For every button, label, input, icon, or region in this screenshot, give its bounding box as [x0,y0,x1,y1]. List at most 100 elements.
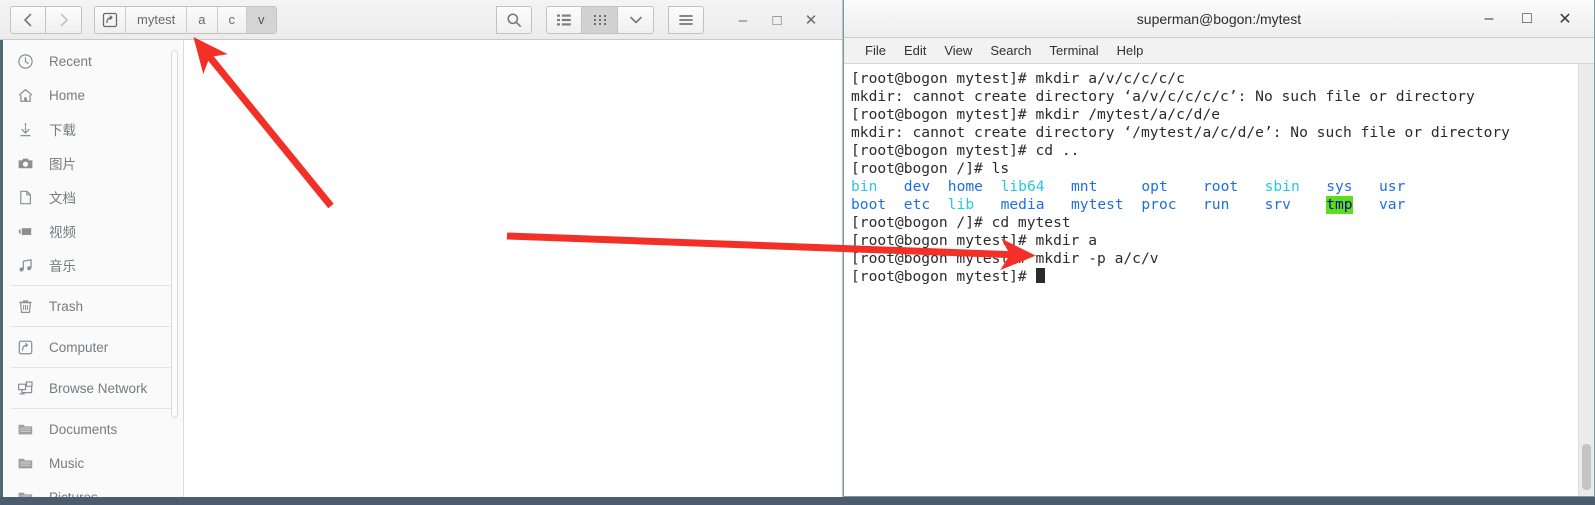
terminal-line: mkdir: cannot create directory ‘a/v/c/c/… [851,88,1475,105]
list-view-button[interactable] [546,6,582,34]
terminal-scrollbar-thumb[interactable] [1582,444,1591,490]
sidebar-item-label: Browse Network [49,380,148,396]
ls-entry-mytest: mytest [1071,196,1124,213]
menu-item-help[interactable]: Help [1108,43,1153,58]
sidebar-item-videos-cn[interactable]: 视频 [3,214,183,248]
minimize-button[interactable]: – [726,5,760,35]
terminal-line: [root@bogon mytest]# mkdir -p a/c/v [851,250,1159,267]
terminal-window-controls: – □ ✕ [1470,0,1584,38]
sidebar-item-pictures[interactable]: Pictures [3,480,183,497]
video-icon [17,222,39,240]
chevron-right-icon [60,13,68,26]
ls-entry-proc: proc [1141,196,1177,213]
terminal-titlebar[interactable]: superman@bogon:/mytest – □ ✕ [844,0,1594,38]
maximize-button[interactable]: □ [760,5,794,35]
sidebar-item-label: 视频 [49,225,76,240]
folder-icon [17,454,39,472]
terminal-title: superman@bogon:/mytest [1136,10,1302,27]
sidebar-item-recent[interactable]: Recent [3,44,183,78]
menu-item-file[interactable]: File [856,43,895,58]
menu-item-search[interactable]: Search [981,43,1040,58]
file-manager-toolbar: mytest a c v – □ ✕ [0,0,842,40]
breadcrumb: mytest a c v [94,5,277,34]
view-options-dropdown-button[interactable] [618,6,654,34]
breadcrumb-item-c[interactable]: c [217,6,248,33]
ls-entry-lib64: lib64 [1000,178,1045,195]
back-button[interactable] [10,5,46,34]
sidebar-item-label: Music [49,455,85,471]
chevron-left-icon [24,13,32,26]
grid-view-icon [593,15,606,25]
sidebar-item-label: Home [49,87,86,103]
sidebar-item-label: Recent [49,53,92,69]
navigation-buttons [10,5,82,34]
menu-item-edit[interactable]: Edit [895,43,935,58]
sidebar-item-label: 下载 [49,123,76,138]
trash-icon [17,297,39,315]
terminal-line: [root@bogon mytest]# mkdir a/v/c/c/c/c [851,70,1185,87]
terminal-close-button[interactable]: ✕ [1546,4,1584,34]
ls-entry-opt: opt [1141,178,1168,195]
sidebar-divider [11,367,173,368]
camera-icon [17,154,39,172]
sidebar-item-computer[interactable]: Computer [3,330,183,364]
terminal-line: [root@bogon mytest]# cd .. [851,142,1080,159]
terminal-maximize-button[interactable]: □ [1508,4,1546,34]
ls-entry-dev: dev [903,178,931,195]
sidebar-scrollbar-thumb[interactable] [171,50,178,418]
terminal-scrollbar[interactable] [1578,64,1594,496]
ls-entry-mnt: mnt [1071,178,1098,195]
screen: mytest a c v – □ ✕ Recent Home 下载 图片 文档 … [0,0,1595,505]
sidebar-item-label: 文档 [49,191,76,206]
sidebar-item-music-cn[interactable]: 音乐 [3,248,183,282]
menu-item-terminal[interactable]: Terminal [1041,43,1108,58]
sidebar-item-pictures-cn[interactable]: 图片 [3,146,183,180]
breadcrumb-item-v[interactable]: v [247,6,276,33]
breadcrumb-item-mytest[interactable]: mytest [126,6,188,33]
terminal-line: mkdir: cannot create directory ‘/mytest/… [851,124,1510,141]
terminal-output[interactable]: [root@bogon mytest]# mkdir a/v/c/c/c/c mk… [844,64,1578,496]
sidebar-item-home[interactable]: Home [3,78,183,112]
ls-entry-sys: sys [1326,178,1353,195]
sidebar-item-downloads[interactable]: 下载 [3,112,183,146]
download-icon [17,120,39,138]
sidebar-item-documents[interactable]: Documents [3,412,183,446]
folder-icon [17,420,39,438]
chevron-down-icon [629,16,642,24]
ls-entry-root: root [1203,178,1239,195]
sidebar-divider [11,285,173,286]
computer-icon [17,338,39,356]
ls-entry-usr: usr [1379,178,1406,195]
ls-entry-bin: bin [851,178,878,195]
network-icon [17,379,39,397]
menu-button-group [668,6,704,34]
sidebar-item-documents-cn[interactable]: 文档 [3,180,183,214]
breadcrumb-item-computer[interactable] [95,6,126,33]
sidebar-item-browse-network[interactable]: Browse Network [3,371,183,405]
terminal-minimize-button[interactable]: – [1470,4,1508,34]
terminal-window: superman@bogon:/mytest – □ ✕ File Edit V… [843,0,1595,497]
sidebar-item-trash[interactable]: Trash [3,289,183,323]
sidebar-item-label: Computer [49,339,109,355]
ls-entry-media: media [1000,196,1045,213]
sidebar-item-label: 音乐 [49,259,76,274]
menu-item-view[interactable]: View [935,43,981,58]
file-list-area[interactable] [184,40,842,497]
terminal-line: bin dev home lib64 mnt opt root sbin sys usr [851,178,1578,196]
grid-view-button[interactable] [582,6,618,34]
file-manager-body: Recent Home 下载 图片 文档 视频 音乐 Trash Compute… [0,40,842,497]
forward-button[interactable] [46,5,82,34]
sidebar-item-label: Pictures [49,489,98,498]
breadcrumb-item-a[interactable]: a [187,6,218,33]
hamburger-menu-button[interactable] [668,6,704,34]
search-button[interactable] [496,6,532,34]
sidebar-scrollbar[interactable] [171,44,181,493]
sidebar-item-label: Trash [49,298,84,314]
ls-entry-srv: srv [1264,196,1291,213]
hamburger-menu-icon [679,15,693,25]
sidebar-divider [11,326,173,327]
close-button[interactable]: ✕ [794,5,828,35]
sidebar-item-music[interactable]: Music [3,446,183,480]
ls-entry-lib: lib [947,196,975,213]
clock-icon [17,52,39,70]
